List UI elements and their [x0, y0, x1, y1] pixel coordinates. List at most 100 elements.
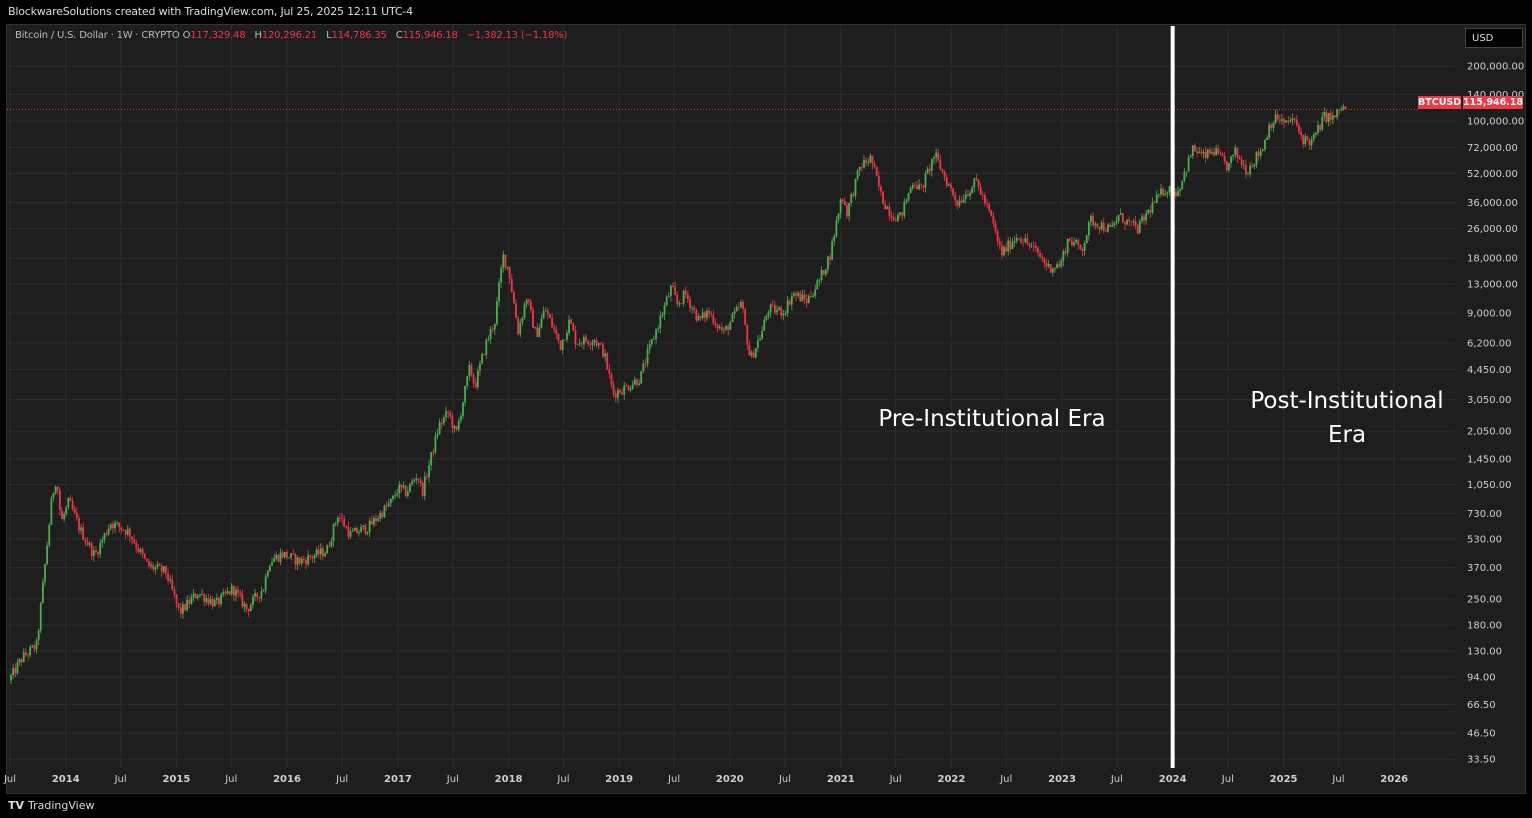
- candle-body: [328, 545, 331, 547]
- candle-body: [413, 480, 416, 482]
- y-tick-label: 250.00: [1467, 594, 1502, 605]
- candle-body: [302, 558, 305, 561]
- candle-body: [958, 200, 961, 206]
- candle-body: [1285, 120, 1288, 123]
- legend-open: 117,329.48: [190, 30, 246, 41]
- candle-body: [956, 200, 959, 206]
- candle-body: [1181, 180, 1184, 190]
- candle-body: [986, 203, 988, 205]
- candle-body: [674, 286, 677, 295]
- candle-body: [517, 318, 520, 335]
- candle-body: [12, 667, 15, 676]
- candle-body: [228, 591, 231, 595]
- x-tick-label: 2015: [162, 774, 190, 785]
- candle-body: [519, 322, 522, 335]
- candle-body: [810, 295, 812, 297]
- candle-body: [922, 185, 925, 188]
- candle-body: [190, 597, 193, 604]
- candle-body: [474, 382, 477, 388]
- candle-body: [911, 184, 914, 188]
- candle-body: [924, 173, 927, 188]
- candle-body: [483, 354, 486, 355]
- candle-body: [725, 326, 727, 330]
- candle-body: [120, 527, 123, 530]
- candle-body: [1276, 114, 1279, 120]
- candle-body: [362, 525, 365, 527]
- candle-body: [765, 315, 768, 321]
- candle-body: [1124, 222, 1126, 225]
- candle-body: [580, 343, 583, 345]
- candle-body: [1238, 157, 1241, 160]
- candle-body: [213, 600, 216, 607]
- candle-body: [1236, 147, 1239, 158]
- candle-body: [665, 297, 668, 306]
- candle-body: [447, 411, 450, 413]
- candle-body: [232, 585, 235, 596]
- candle-body: [493, 323, 496, 330]
- candle-body: [1041, 257, 1044, 259]
- candle-body: [292, 553, 295, 555]
- candle-body: [659, 316, 662, 329]
- candle-body: [349, 531, 352, 537]
- candle-body: [235, 589, 237, 596]
- x-tick-label: 2026: [1380, 774, 1408, 785]
- candle-body: [820, 270, 823, 280]
- candle-body: [572, 323, 575, 331]
- candle-body: [332, 524, 335, 542]
- tradingview-footer[interactable]: TV TradingView: [8, 799, 95, 812]
- candle-body: [179, 607, 182, 614]
- candle-body: [812, 295, 814, 297]
- legend-high-label: H: [254, 30, 262, 41]
- candle-body: [1223, 156, 1226, 162]
- candle-body: [41, 582, 44, 604]
- candle-body: [173, 589, 176, 595]
- candle-body: [279, 552, 282, 562]
- candle-body: [162, 566, 165, 572]
- candle-body: [1304, 136, 1307, 145]
- candle-body: [341, 518, 343, 520]
- candle-body: [1166, 192, 1169, 194]
- x-tick-label: 2024: [1159, 774, 1187, 785]
- candle-body: [256, 593, 259, 598]
- candle-body: [379, 512, 382, 519]
- candle-body: [241, 594, 244, 607]
- candle-body: [538, 327, 541, 338]
- candle-body: [1149, 209, 1152, 213]
- candle-body: [1179, 189, 1181, 191]
- candle-body: [744, 309, 747, 325]
- candle-body: [540, 318, 543, 328]
- candle-body: [145, 558, 148, 562]
- candle-body: [1289, 120, 1292, 122]
- candle-body: [1066, 238, 1069, 254]
- candle-body: [996, 231, 999, 242]
- candle-body: [1136, 225, 1139, 234]
- candle-body: [1087, 222, 1090, 236]
- candle-body: [194, 593, 197, 598]
- y-tick-label: 33.50: [1467, 755, 1496, 766]
- candle-body: [1164, 193, 1167, 196]
- x-tick-label: Jul: [114, 774, 127, 785]
- candle-body: [504, 254, 507, 268]
- candle-body: [80, 527, 82, 531]
- candle-body: [277, 554, 280, 562]
- candle-body: [901, 212, 904, 216]
- candle-body: [1302, 134, 1305, 145]
- currency-button[interactable]: USD: [1465, 28, 1523, 48]
- candle-body: [1293, 118, 1296, 120]
- candle-body: [740, 301, 742, 308]
- candle-body: [440, 422, 443, 424]
- candle-body: [1331, 115, 1334, 120]
- y-tick-label: 26,000.00: [1467, 224, 1518, 235]
- candle-body: [224, 592, 227, 594]
- candle-body: [1187, 157, 1190, 172]
- candle-body: [733, 311, 736, 314]
- candle-body: [718, 327, 721, 329]
- x-tick-label: 2020: [716, 774, 744, 785]
- candle-body: [880, 186, 882, 192]
- y-tick-label: 3,050.00: [1467, 395, 1512, 406]
- candle-body: [941, 169, 944, 172]
- candle-body: [1141, 216, 1143, 222]
- candle-body: [1162, 188, 1165, 196]
- candle-body: [103, 533, 106, 540]
- candle-body: [882, 191, 884, 204]
